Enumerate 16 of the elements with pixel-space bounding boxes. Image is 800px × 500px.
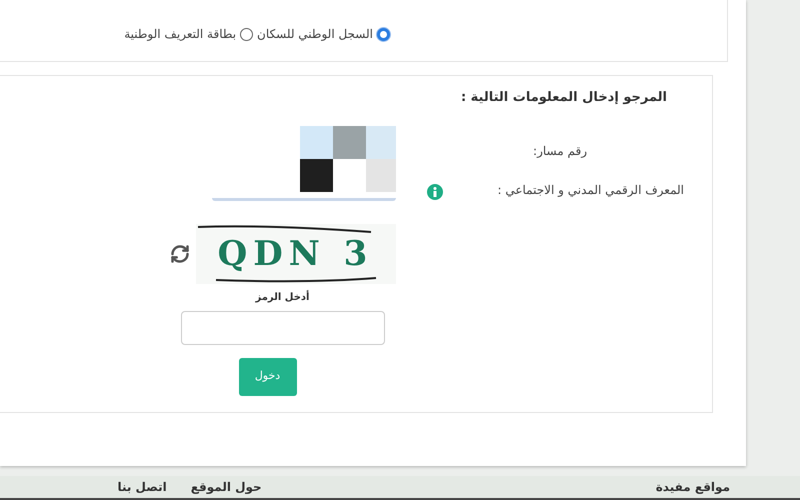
field-label: المعرف الرقمي المدني و الاجتماعي : [497, 182, 684, 198]
radio-option[interactable]: السجل الوطني للسكان [257, 25, 390, 43]
input-field[interactable] [212, 198, 396, 200]
captcha-text: QDN 3 [218, 234, 374, 274]
radio-option[interactable]: بطاقة التعريف الوطنية [124, 25, 254, 43]
footer-link[interactable]: مواقع مفيدة [656, 478, 730, 496]
info-icon[interactable] [427, 184, 443, 200]
field-label: رقم مسار: [533, 142, 587, 160]
form-heading: المرجو إدخال المعلومات التالية : [460, 89, 667, 107]
refresh-icon[interactable] [170, 244, 190, 264]
radio-button[interactable] [240, 28, 254, 40]
footer-link[interactable]: حول الموقع [190, 478, 262, 496]
footer-link[interactable]: اتصل بنا [117, 478, 167, 496]
code-input[interactable] [180, 310, 384, 344]
radio-button[interactable] [377, 28, 390, 40]
code-label: أدخل الرمز [256, 290, 310, 304]
